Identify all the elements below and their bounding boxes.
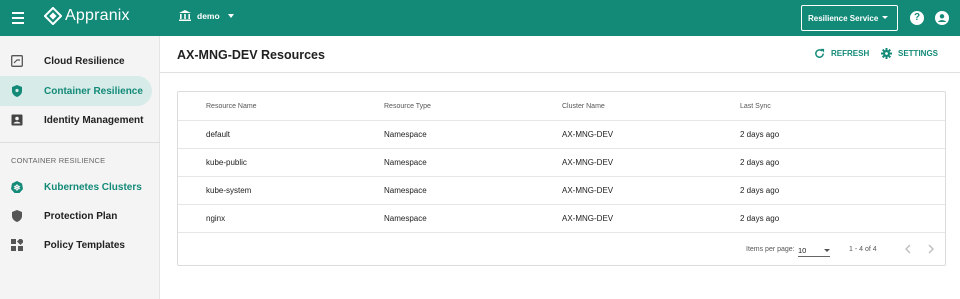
service-select[interactable]: Resilience Service [801,5,898,31]
previous-page-icon[interactable] [901,242,915,256]
sidebar-section-title: CONTAINER RESILIENCE [11,156,106,165]
sidebar-item-label: Protection Plan [44,210,118,222]
chevron-down-icon [824,249,830,252]
settings-button[interactable]: SETTINGS [881,48,938,59]
settings-button-label: SETTINGS [898,49,939,58]
cell-cluster-name: AX-MNG-DEV [562,214,614,223]
sidebar-item-label: Container Resilience [44,85,143,97]
refresh-button-label: REFRESH [831,49,870,58]
chevron-down-icon [227,13,234,18]
column-header-cluster-name[interactable]: Cluster Name [562,92,605,120]
cell-resource-name: nginx [206,214,226,223]
next-page-icon[interactable] [924,242,938,256]
page-range-label: 1 - 4 of 4 [849,246,877,253]
page-header: AX-MNG-DEV Resources REFRESH SETTINGS [160,36,960,73]
cell-resource-name: default [206,130,231,139]
sidebar-divider [0,142,160,143]
shield-check-icon [12,210,22,222]
refresh-button[interactable]: REFRESH [814,48,869,59]
app-name: Appranix [65,7,130,24]
paginator: Items per page: 10 1 - 4 of 4 [178,234,945,266]
column-header-resource-name[interactable]: Resource Name [206,92,257,120]
cell-last-sync: 2 days ago [740,186,780,195]
sidebar-item-identity-management[interactable]: Identity Management [0,105,152,135]
cell-last-sync: 2 days ago [740,214,780,223]
help-icon[interactable]: ? [910,11,924,25]
tenant-name: demo [197,10,220,21]
items-per-page-select[interactable]: 10 [798,243,830,257]
resources-table: Resource Name Resource Type Cluster Name… [177,91,946,266]
gear-icon [881,48,892,59]
cell-cluster-name: AX-MNG-DEV [562,158,614,167]
sidebar-item-label: Cloud Resilience [44,55,125,67]
table-row[interactable]: default Namespace AX-MNG-DEV 2 days ago [178,121,945,149]
table-row[interactable]: nginx Namespace AX-MNG-DEV 2 days ago [178,205,945,233]
sidebar-item-policy-templates[interactable]: Policy Templates [0,230,152,260]
cell-resource-type: Namespace [384,130,427,139]
cell-resource-type: Namespace [384,158,427,167]
cloud-resilience-icon [11,55,23,67]
cell-resource-name: kube-system [206,186,252,195]
kubernetes-icon [11,181,23,193]
account-icon[interactable] [935,11,949,25]
items-per-page-label: Items per page: [746,246,795,253]
column-header-last-sync[interactable]: Last Sync [740,92,771,120]
sidebar-item-cloud-resilience[interactable]: Cloud Resilience [0,46,152,76]
sidebar: Cloud Resilience Container Resilience Id… [0,36,160,299]
shield-icon [12,85,22,97]
cell-resource-type: Namespace [384,186,427,195]
sidebar-item-label: Identity Management [44,114,144,126]
top-app-bar: Appranix demo Resilience Service ? [0,0,960,36]
page-title: AX-MNG-DEV Resources [177,48,325,62]
sidebar-item-protection-plan[interactable]: Protection Plan [0,201,152,231]
chevron-down-icon [882,16,888,19]
sidebar-item-label: Kubernetes Clusters [44,181,142,193]
app-logo[interactable]: Appranix [44,7,130,25]
hamburger-menu-icon[interactable] [12,12,24,24]
refresh-icon [815,48,825,58]
sidebar-item-kubernetes-clusters[interactable]: Kubernetes Clusters [0,172,152,202]
sidebar-item-label: Policy Templates [44,239,125,251]
sidebar-item-container-resilience[interactable]: Container Resilience [0,76,152,106]
cell-last-sync: 2 days ago [740,130,780,139]
table-row[interactable]: kube-system Namespace AX-MNG-DEV 2 days … [178,177,945,205]
tenant-selector[interactable]: demo [179,10,234,21]
bank-icon [179,10,191,21]
appranix-logo-icon [44,7,62,25]
cell-resource-type: Namespace [384,214,427,223]
column-header-resource-type[interactable]: Resource Type [384,92,431,120]
service-select-value: Resilience Service [808,13,879,23]
cell-last-sync: 2 days ago [740,158,780,167]
cell-resource-name: kube-public [206,158,247,167]
templates-icon [11,239,23,251]
cell-cluster-name: AX-MNG-DEV [562,186,614,195]
identity-card-icon [11,114,23,126]
table-row[interactable]: kube-public Namespace AX-MNG-DEV 2 days … [178,149,945,177]
cell-cluster-name: AX-MNG-DEV [562,130,614,139]
table-header: Resource Name Resource Type Cluster Name… [178,92,945,121]
items-per-page-value: 10 [798,246,807,255]
